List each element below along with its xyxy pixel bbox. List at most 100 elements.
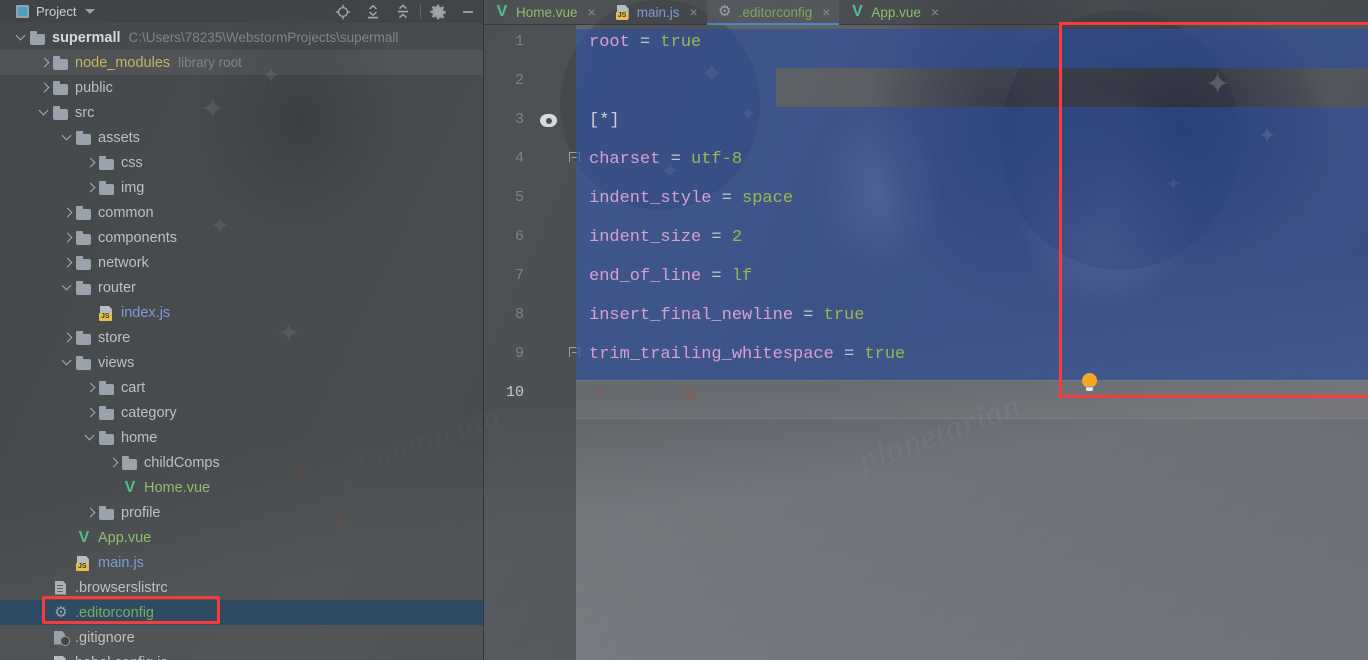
code-property-value: 2	[731, 228, 743, 247]
chevron-down-icon[interactable]	[39, 106, 52, 119]
tree-item-public[interactable]: public	[0, 75, 483, 100]
code-line[interactable]: insert_final_newline = true	[589, 306, 864, 325]
code-line[interactable]: indent_size = 2	[589, 228, 742, 247]
tree-item-router[interactable]: router	[0, 275, 483, 300]
tree-item-network[interactable]: network	[0, 250, 483, 275]
folder-icon	[75, 355, 93, 371]
chevron-right-icon[interactable]	[85, 406, 98, 419]
chevron-down-icon[interactable]	[62, 131, 75, 144]
tree-item-components[interactable]: components	[0, 225, 483, 250]
tree-item-profile[interactable]: profile	[0, 500, 483, 525]
project-panel-toolbar	[328, 0, 483, 23]
tree-item-category[interactable]: category	[0, 400, 483, 425]
code-property-key: trim_trailing_whitespace	[589, 345, 834, 364]
editor-tab-label: App.vue	[871, 4, 921, 20]
code-line[interactable]: indent_style = space	[589, 189, 793, 208]
project-tool-window: Project supermall C:\Users\78235\Webstor…	[0, 0, 484, 660]
tree-item-label: childComps	[144, 454, 220, 471]
tab-close-icon[interactable]: ×	[588, 5, 596, 19]
editor-tab-bar[interactable]: V Home.vue × main.js × ⚙ .editorconfig × V App.vu…	[484, 0, 1368, 25]
chevron-right-icon[interactable]	[85, 156, 98, 169]
editor-area: V Home.vue × main.js × ⚙ .editorconfig × V App.vu…	[484, 0, 1368, 660]
tree-item-editorconfig[interactable]: ⚙ .editorconfig	[0, 600, 483, 625]
chevron-down-icon[interactable]	[85, 431, 98, 444]
tree-item-supermall[interactable]: supermall C:\Users\78235\WebstormProjects…	[0, 25, 483, 50]
editor-tab-editorconfig[interactable]: ⚙ .editorconfig ×	[706, 0, 840, 25]
tree-item-src[interactable]: src	[0, 100, 483, 125]
code-line[interactable]: end_of_line = lf	[589, 267, 752, 286]
chevron-down-icon[interactable]	[16, 31, 29, 44]
tree-item-label: store	[98, 329, 131, 346]
tree-item-label: views	[98, 354, 135, 371]
code-line[interactable]: charset = utf-8	[589, 150, 742, 169]
text-selection-band	[576, 107, 1368, 146]
tree-item-views[interactable]: views	[0, 350, 483, 375]
hide-panel-icon[interactable]	[453, 0, 483, 23]
tab-close-icon[interactable]: ×	[689, 5, 697, 19]
editor-tab-appvue[interactable]: V App.vue ×	[839, 0, 948, 24]
tree-item-nodemodules[interactable]: node_modules library root	[0, 50, 483, 75]
tree-item-home[interactable]: home	[0, 425, 483, 450]
folder-icon	[98, 155, 116, 171]
code-property-value: true	[660, 33, 702, 52]
tree-item-mainjs[interactable]: main.js	[0, 550, 483, 575]
tree-item-homevue[interactable]: V Home.vue	[0, 475, 483, 500]
tree-item-indexjs[interactable]: index.js	[0, 300, 483, 325]
chevron-right-icon[interactable]	[39, 81, 52, 94]
chevron-right-icon[interactable]	[85, 181, 98, 194]
tree-item-label: babel.config.js	[75, 655, 168, 660]
tree-item-img[interactable]: img	[0, 175, 483, 200]
minimize-icon-svg	[463, 10, 473, 13]
tree-item-assets[interactable]: assets	[0, 125, 483, 150]
code-equals-operator: =	[670, 150, 681, 169]
tree-item-gitignore[interactable]: .gitignore	[0, 625, 483, 650]
folder-icon	[75, 130, 93, 146]
chevron-right-icon[interactable]	[108, 456, 121, 469]
tree-item-css[interactable]: css	[0, 150, 483, 175]
chevron-down-icon[interactable]	[62, 281, 75, 294]
collapse-all-icon[interactable]	[388, 0, 418, 23]
editor-tab-label: Home.vue	[516, 4, 578, 20]
project-file-tree[interactable]: supermall C:\Users\78235\WebstormProjects…	[0, 23, 483, 660]
tab-close-icon[interactable]: ×	[822, 5, 830, 19]
chevron-right-icon[interactable]	[62, 331, 75, 344]
chevron-right-icon[interactable]	[39, 56, 52, 69]
tree-item-browserslistrc[interactable]: .browserslistrc	[0, 575, 483, 600]
tree-item-babelconfigjs[interactable]: babel.config.js	[0, 650, 483, 660]
chevron-right-icon[interactable]	[62, 256, 75, 269]
tree-item-childcomps[interactable]: childComps	[0, 450, 483, 475]
code-line[interactable]: trim_trailing_whitespace = true	[589, 345, 905, 364]
code-editor[interactable]: 1 2 3 4 5 6 7 8 9 10 root = true [*] charset = utf-…	[484, 25, 1368, 660]
code-equals-operator: =	[711, 228, 722, 247]
chevron-right-icon[interactable]	[85, 506, 98, 519]
code-line[interactable]: root = true	[589, 33, 701, 52]
tree-item-sublabel: C:\Users\78235\WebstormProjects\supermal…	[128, 30, 399, 45]
intention-lightbulb-icon[interactable]	[1082, 373, 1097, 392]
tab-close-icon[interactable]: ×	[931, 5, 939, 19]
chevron-right-icon[interactable]	[85, 381, 98, 394]
tree-item-label: network	[98, 254, 149, 271]
tree-item-store[interactable]: store	[0, 325, 483, 350]
locate-in-tree-icon[interactable]	[328, 0, 358, 23]
project-panel-title: Project	[36, 4, 77, 19]
chevron-down-icon[interactable]	[62, 356, 75, 369]
code-property-key: indent_style	[589, 189, 712, 208]
settings-gear-icon[interactable]	[423, 0, 453, 23]
tree-item-cart[interactable]: cart	[0, 375, 483, 400]
gear-icon-svg	[430, 4, 446, 19]
folder-icon	[52, 55, 70, 71]
chevron-down-icon[interactable]	[85, 9, 96, 14]
chevron-right-icon[interactable]	[62, 231, 75, 244]
expand-all-icon[interactable]	[358, 0, 388, 23]
tree-item-label: common	[98, 204, 154, 221]
chevron-right-icon[interactable]	[62, 206, 75, 219]
tree-item-common[interactable]: common	[0, 200, 483, 225]
editor-tab-homevue[interactable]: V Home.vue ×	[484, 0, 605, 24]
code-line[interactable]: [*]	[589, 111, 620, 130]
editor-tab-mainjs[interactable]: main.js ×	[605, 0, 707, 24]
code-equals-operator: =	[640, 33, 651, 52]
tree-item-appvue[interactable]: V App.vue	[0, 525, 483, 550]
